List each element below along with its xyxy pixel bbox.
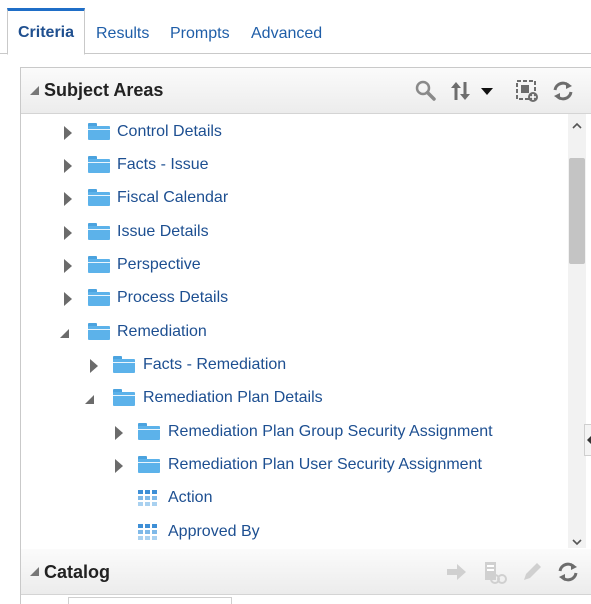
tree-item-label[interactable]: Remediation Plan Group Security Assignme… (168, 423, 493, 441)
tree-item[interactable]: Remediation (21, 316, 568, 349)
collapse-left-icon[interactable] (587, 436, 591, 444)
tree-item-label[interactable]: Perspective (117, 256, 201, 274)
scroll-up-icon[interactable] (572, 118, 582, 129)
tree-item[interactable]: Control Details (21, 116, 568, 149)
folder-icon (138, 423, 160, 441)
folder-icon (88, 289, 110, 307)
arrow-right-icon (444, 559, 470, 585)
pane-splitter-handle[interactable] (584, 424, 591, 456)
folder-icon (88, 189, 110, 207)
tree-item-label[interactable]: Approved By (168, 523, 260, 541)
tree-item[interactable]: Process Details (21, 282, 568, 315)
folder-icon (113, 356, 135, 374)
tree-item[interactable]: Facts - Issue (21, 149, 568, 182)
tree-item-label[interactable]: Control Details (117, 123, 222, 141)
subject-areas-header: Subject Areas (21, 68, 591, 114)
tab-results[interactable]: Results (86, 8, 159, 54)
dropdown-icon[interactable] (476, 78, 502, 104)
subject-areas-title: Subject Areas (44, 80, 164, 100)
expand-icon[interactable] (61, 259, 75, 273)
tree-item[interactable]: Facts - Remediation (21, 349, 568, 382)
folder-icon (88, 123, 110, 141)
tree-item-label[interactable]: Action (168, 489, 212, 507)
tree-item[interactable]: Remediation Plan User Security Assignmen… (21, 449, 568, 482)
folder-icon (88, 256, 110, 274)
tree-item-label[interactable]: Issue Details (117, 223, 209, 241)
expand-icon[interactable] (61, 126, 75, 140)
tree-item-label[interactable]: Process Details (117, 289, 228, 307)
collapse-catalog-icon[interactable] (30, 567, 39, 576)
folder-icon (88, 156, 110, 174)
folder-icon (138, 456, 160, 474)
scrollbar-thumb[interactable] (569, 158, 585, 264)
tree-item[interactable]: Approved By (21, 516, 568, 548)
expand-icon[interactable] (87, 359, 101, 373)
add-subject-area-icon[interactable] (514, 78, 540, 104)
catalog-properties-icon (481, 559, 507, 585)
expand-icon[interactable] (112, 459, 126, 473)
folder-icon (113, 389, 135, 407)
tree-scrollbar[interactable] (568, 114, 586, 548)
tree-item-label[interactable]: Fiscal Calendar (117, 189, 228, 207)
tree-item[interactable]: Action (21, 482, 568, 515)
edit-icon (519, 559, 545, 585)
refresh-icon[interactable] (555, 559, 581, 585)
tab-criteria[interactable]: Criteria (7, 8, 85, 55)
tree-item-label[interactable]: Facts - Remediation (143, 356, 286, 374)
subject-area-tree: Control Details Facts - Issue Fiscal Cal… (21, 114, 568, 548)
tree-item-label[interactable]: Facts - Issue (117, 156, 209, 174)
search-icon[interactable] (413, 78, 439, 104)
tab-prompts[interactable]: Prompts (160, 8, 240, 54)
tree-item[interactable]: Issue Details (21, 216, 568, 249)
column-icon (138, 490, 158, 508)
catalog-header: Catalog (21, 549, 591, 595)
tab-advanced[interactable]: Advanced (241, 8, 332, 54)
tree-item[interactable]: Fiscal Calendar (21, 182, 568, 215)
expand-icon[interactable] (112, 426, 126, 440)
tree-item-label[interactable]: Remediation (117, 323, 207, 341)
tree-item-label[interactable]: Remediation Plan User Security Assignmen… (168, 456, 482, 474)
folder-icon (88, 223, 110, 241)
expand-icon[interactable] (61, 292, 75, 306)
collapse-icon[interactable] (85, 392, 99, 406)
collapse-subject-areas-icon[interactable] (30, 86, 39, 95)
tree-item-label[interactable]: Remediation Plan Details (143, 389, 323, 407)
expand-icon[interactable] (61, 192, 75, 206)
tree-item[interactable]: Remediation Plan Details (21, 382, 568, 415)
refresh-icon[interactable] (550, 78, 576, 104)
catalog-location-field[interactable] (68, 597, 232, 604)
tab-bar: Criteria Results Prompts Advanced (0, 0, 591, 55)
collapse-icon[interactable] (60, 326, 74, 340)
folder-icon (88, 323, 110, 341)
tree-item[interactable]: Remediation Plan Group Security Assignme… (21, 416, 568, 449)
catalog-title: Catalog (44, 562, 111, 582)
expand-icon[interactable] (61, 159, 75, 173)
scroll-down-icon[interactable] (572, 534, 582, 546)
sort-icon[interactable] (448, 78, 474, 104)
column-icon (138, 524, 158, 542)
tree-item[interactable]: Perspective (21, 249, 568, 282)
expand-icon[interactable] (61, 226, 75, 240)
